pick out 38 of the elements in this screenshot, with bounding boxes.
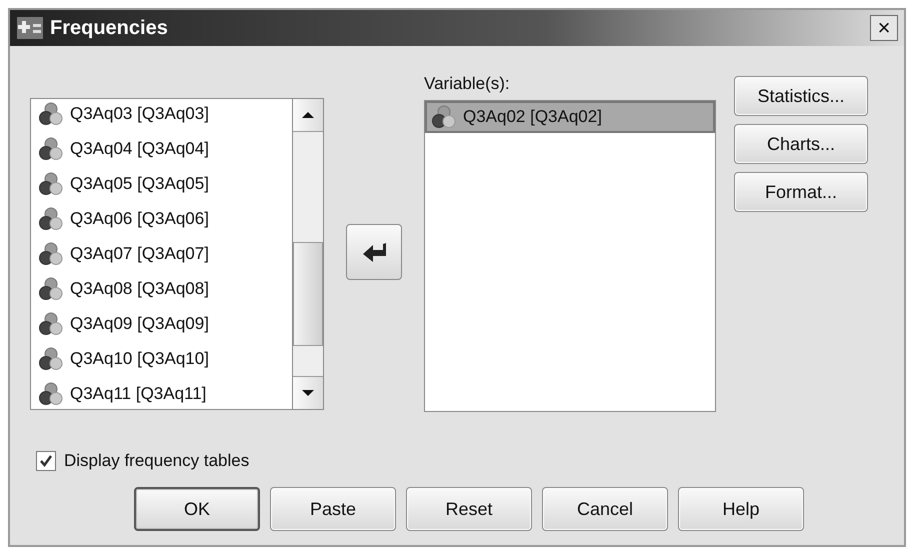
variable-list-item[interactable]: Q3Aq05 [Q3Aq05]: [34, 170, 289, 198]
variable-list-item[interactable]: Q3Aq10 [Q3Aq10]: [34, 345, 289, 372]
scrollbar[interactable]: [292, 99, 323, 409]
scrollbar-thumb[interactable]: [293, 242, 323, 346]
return-arrow-icon: [361, 241, 387, 263]
app-grid-icon: [16, 16, 44, 40]
variable-list-item[interactable]: Q3Aq06 [Q3Aq06]: [34, 206, 289, 233]
variable-list-item[interactable]: Q3Aq11 [Q3Aq11]: [34, 380, 289, 408]
checkbox[interactable]: [36, 451, 56, 471]
dialog-button[interactable]: OK: [134, 487, 260, 531]
checkbox-label: Display frequency tables: [64, 451, 250, 471]
dialog-button[interactable]: Paste: [270, 487, 396, 531]
variable-icon: [431, 104, 457, 130]
close-button[interactable]: ×: [870, 15, 898, 41]
variable-icon: [38, 310, 64, 337]
variable-list-item[interactable]: Q3Aq08 [Q3Aq08]: [34, 275, 289, 302]
variable-list-item[interactable]: Q3Aq09 [Q3Aq09]: [34, 310, 289, 338]
variable-icon: [38, 241, 64, 267]
variable-list-item[interactable]: Q3Aq03 [Q3Aq03]: [34, 101, 289, 128]
window-title: Frequencies: [50, 16, 169, 40]
dialog-button[interactable]: Help: [678, 487, 804, 531]
variable-icon: [38, 380, 64, 407]
variable-icon: [38, 136, 64, 162]
dialog-button[interactable]: Charts...: [734, 124, 868, 164]
variable-list-item[interactable]: Q3Aq02 [Q3Aq02]: [425, 101, 715, 133]
variable-icon: [38, 346, 64, 372]
variable-list-item[interactable]: Q3Aq04 [Q3Aq04]: [34, 136, 289, 163]
dialog-button[interactable]: Cancel: [542, 487, 668, 531]
dialog-button[interactable]: Reset: [406, 487, 532, 531]
variable-icon: [38, 171, 64, 198]
variables-label: Variable(s):: [424, 74, 511, 94]
dialog-button[interactable]: Statistics...: [734, 76, 868, 116]
variable-icon: [38, 101, 64, 128]
variable-list-item[interactable]: Q3Aq07 [Q3Aq07]: [34, 240, 289, 268]
dialog-button[interactable]: Format...: [734, 172, 868, 212]
variable-icon: [38, 206, 64, 232]
move-variable-button[interactable]: [346, 224, 402, 280]
variable-icon: [38, 276, 64, 302]
